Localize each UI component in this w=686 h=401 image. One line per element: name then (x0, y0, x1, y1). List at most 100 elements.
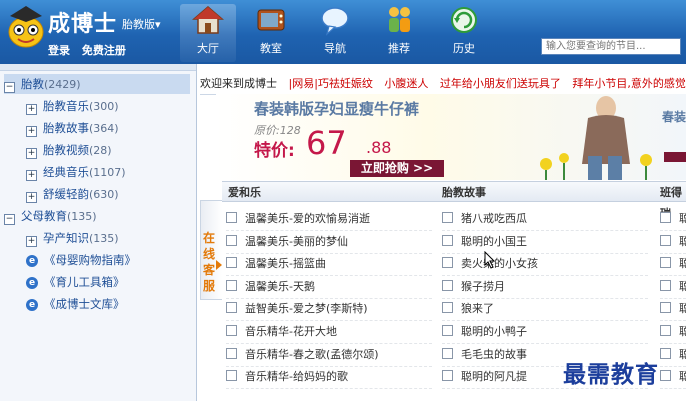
item-title: 聪明的小鸭子 (461, 325, 527, 338)
tree-node-label: 经典音乐 (43, 165, 89, 179)
item-checkbox[interactable] (442, 325, 453, 336)
collapse-icon[interactable]: − (4, 82, 15, 93)
search-input[interactable] (541, 38, 681, 55)
item-checkbox[interactable] (660, 257, 671, 269)
item-checkbox[interactable] (226, 234, 237, 246)
item-checkbox[interactable] (226, 212, 237, 223)
tree-node-label: 《母婴购物指南》 (44, 253, 136, 267)
list-item[interactable]: 温馨美乐-美丽的梦仙 (226, 231, 432, 254)
tree-node-taijiao[interactable]: − 胎教(2429) (4, 74, 190, 94)
ticker-link[interactable]: |网易|巧祛妊娠纹 (289, 77, 373, 90)
login-links: 登录 免费注册 (48, 42, 134, 58)
expand-icon[interactable]: + (26, 104, 37, 115)
nav-hall[interactable]: 大厅 (180, 4, 236, 62)
list-item[interactable]: 聪 (660, 208, 686, 231)
tree-node-classic[interactable]: + 经典音乐(1107) (26, 162, 126, 182)
tree-link-shopping-guide[interactable]: e 《母婴购物指南》 (26, 250, 136, 270)
column-header-aihele: 爱和乐 (222, 181, 436, 202)
watermark-text: 最需教育 (563, 361, 659, 388)
item-checkbox[interactable] (442, 279, 453, 291)
list-item[interactable]: 音乐精华-花开大地 (226, 321, 432, 344)
list-item[interactable]: 狼来了 (442, 298, 648, 322)
list-item[interactable]: 音乐精华-春之歌(孟德尔颂) (226, 344, 432, 367)
list-item[interactable]: 卖火柴的小女孩 (442, 253, 648, 277)
ticker-link[interactable]: 过年给小朋友们送玩具了 (440, 77, 561, 90)
ticker-link[interactable]: 拜年小节目,意外的感觉 (572, 77, 686, 90)
list-item[interactable]: 益智美乐-爱之梦(李斯特) (226, 298, 432, 322)
edition-dropdown[interactable]: 胎教版▾ (122, 16, 161, 32)
item-checkbox[interactable] (226, 347, 237, 359)
list-item[interactable]: 温馨美乐-爱的欢愉易消逝 (226, 208, 432, 231)
item-title: 聪 (679, 235, 686, 248)
expand-icon[interactable]: + (26, 148, 37, 159)
list-item[interactable]: 聪 (660, 298, 686, 322)
register-link[interactable]: 免费注册 (82, 44, 126, 57)
nav-classroom-label: 教室 (260, 42, 282, 55)
list-item[interactable]: 聪 (660, 344, 686, 367)
list-item[interactable]: 聪 (660, 321, 686, 344)
item-title: 聪 (679, 302, 686, 315)
tree-node-video[interactable]: + 胎教视频(28) (26, 140, 112, 160)
item-checkbox[interactable] (442, 370, 453, 382)
nav-recommend[interactable]: 推荐 (371, 4, 427, 62)
item-checkbox[interactable] (226, 302, 237, 314)
item-title: 温馨美乐-美丽的梦仙 (245, 234, 348, 248)
list-item[interactable]: 聪 (660, 276, 686, 299)
tree-node-label: 胎教 (21, 77, 44, 91)
item-checkbox[interactable] (660, 279, 671, 291)
tree-link-toolbox[interactable]: e 《育儿工具箱》 (26, 272, 125, 292)
expand-icon[interactable]: + (26, 192, 37, 203)
expand-icon[interactable]: + (26, 236, 37, 247)
nav-navigation[interactable]: 导航 (307, 4, 363, 62)
item-checkbox[interactable] (442, 234, 453, 246)
online-service-label[interactable]: 在线客服 (203, 230, 217, 294)
tree-node-count: (364) (89, 122, 119, 135)
ticker-link[interactable]: 小腹迷人 (384, 77, 428, 90)
list-item[interactable]: 聪 (660, 366, 686, 390)
item-checkbox[interactable] (226, 279, 237, 291)
item-checkbox[interactable] (442, 347, 453, 359)
tree-node-music[interactable]: + 胎教音乐(300) (26, 96, 119, 116)
list-item[interactable]: 聪 (660, 253, 686, 277)
item-checkbox[interactable] (442, 257, 453, 269)
tree-node-parent-education[interactable]: − 父母教育(135) (4, 206, 97, 226)
nav-classroom[interactable]: 教室 (243, 4, 299, 62)
item-checkbox[interactable] (226, 257, 237, 269)
list-item[interactable]: 温馨美乐-摇篮曲 (226, 253, 432, 277)
item-checkbox[interactable] (660, 347, 671, 359)
list-item[interactable]: 猴子捞月 (442, 276, 648, 299)
nav-hall-label: 大厅 (197, 42, 219, 55)
login-link[interactable]: 登录 (48, 44, 70, 57)
tree-link-library[interactable]: e 《成博士文库》 (26, 294, 125, 314)
expand-icon[interactable]: + (26, 126, 37, 137)
collapse-icon[interactable]: − (4, 214, 15, 225)
tree-node-soothing[interactable]: + 舒缓轻韵(630) (26, 184, 119, 204)
list-item[interactable]: 猪八戒吃西瓜 (442, 208, 648, 231)
tree-node-stories[interactable]: + 胎教故事(364) (26, 118, 119, 138)
item-checkbox[interactable] (660, 325, 671, 336)
item-title: 聪明的阿凡提 (461, 370, 527, 384)
item-checkbox[interactable] (442, 302, 453, 314)
item-checkbox[interactable] (226, 325, 237, 336)
list-item[interactable]: 聪明的小国王 (442, 231, 648, 254)
list-item[interactable]: 温馨美乐-天鹅 (226, 276, 432, 299)
promo-banner[interactable]: 春装韩版孕妇显瘦牛仔裤 原价:128 特价: 67 .88 立即抢购 >> 春装 (216, 94, 686, 180)
list-item[interactable]: 聪 (660, 231, 686, 254)
item-checkbox[interactable] (660, 302, 671, 314)
nav-history[interactable]: 历史 (436, 4, 492, 62)
expand-icon[interactable]: + (26, 170, 37, 181)
item-title: 音乐精华-花开大地 (245, 325, 337, 338)
item-checkbox[interactable] (226, 370, 237, 382)
item-checkbox[interactable] (660, 212, 671, 223)
buy-now-button[interactable]: 立即抢购 >> (350, 160, 444, 177)
tree-node-label: 胎教音乐 (43, 99, 89, 113)
top-header: 成博士 胎教版▾ 登录 免费注册 大厅 教室 导航 推荐 历史 输入您要查询的节… (0, 0, 686, 64)
tree-node-count: (2429) (44, 78, 81, 91)
item-checkbox[interactable] (660, 370, 671, 382)
tree-node-pregnancy-knowledge[interactable]: + 孕产知识(135) (26, 228, 119, 248)
item-checkbox[interactable] (442, 212, 453, 223)
list-item[interactable]: 音乐精华-给妈妈的歌 (226, 366, 432, 390)
item-title: 温馨美乐-摇篮曲 (245, 257, 326, 271)
list-item[interactable]: 聪明的小鸭子 (442, 321, 648, 344)
item-checkbox[interactable] (660, 234, 671, 246)
